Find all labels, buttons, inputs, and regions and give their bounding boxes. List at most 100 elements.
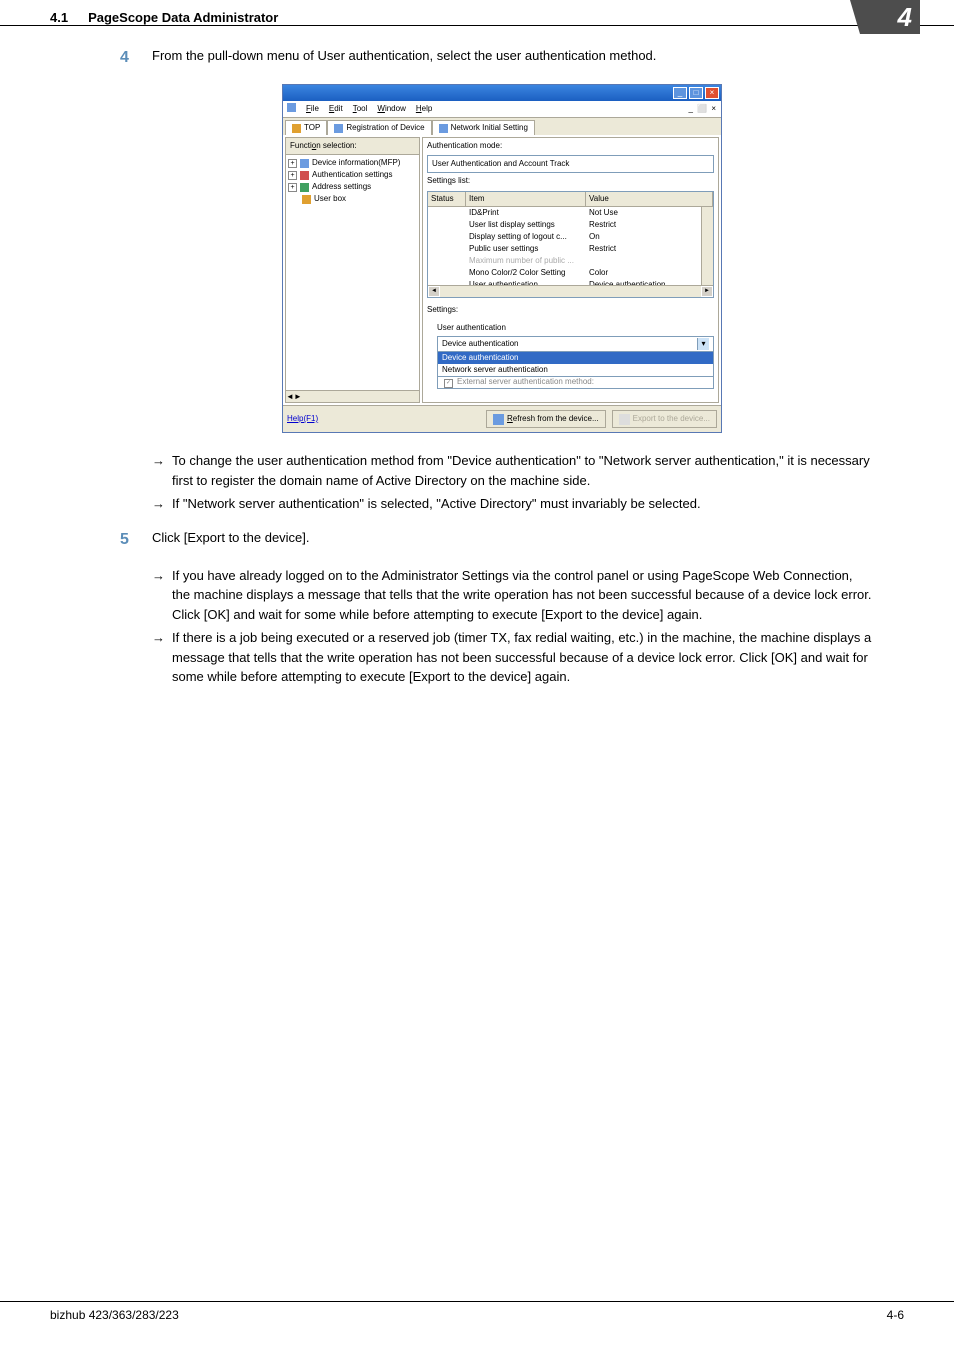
tab-registration[interactable]: Registration of Device [327, 120, 431, 135]
dropdown-value: Device authentication [442, 338, 519, 350]
chapter-number: 4 [860, 0, 920, 34]
external-server-row: ✓External server authentication method: [437, 376, 714, 389]
expander-icon[interactable]: + [288, 171, 297, 180]
table-row: Mono Color/2 Color SettingColor [428, 267, 713, 279]
titlebar: _ □ × [283, 85, 721, 101]
tab-network[interactable]: Network Initial Setting [432, 120, 535, 135]
bottom-bar: Help(F1) Refresh from the device... Expo… [283, 405, 721, 432]
maximize-button[interactable]: □ [689, 87, 703, 99]
left-scrollbar[interactable]: ◄ ► [286, 390, 419, 402]
menubar: File Edit Tool Window Help _ ⬜ × [283, 101, 721, 118]
screenshot-figure: _ □ × File Edit Tool Window Help _ ⬜ × T… [130, 84, 874, 433]
list-body[interactable]: ID&PrintNot Use User list display settin… [428, 207, 713, 285]
dropdown-option: Network server authentication [438, 364, 713, 376]
vertical-scrollbar[interactable] [701, 207, 713, 285]
menu-help[interactable]: Help [416, 103, 432, 115]
auth-mode-value: User Authentication and Account Track [427, 155, 714, 173]
app-window: _ □ × File Edit Tool Window Help _ ⬜ × T… [282, 84, 722, 433]
refresh-button[interactable]: Refresh from the device... [486, 410, 606, 428]
device-icon [300, 159, 309, 168]
bullet-text: If you have already logged on to the Adm… [172, 566, 874, 625]
mdi-controls[interactable]: _ ⬜ × [688, 103, 717, 115]
left-pane-header: Function selection: [286, 138, 419, 155]
menu-edit[interactable]: Edit [329, 103, 343, 115]
table-row: Maximum number of public ... [428, 255, 713, 267]
auth-icon [300, 171, 309, 180]
userauth-label: User authentication [427, 322, 714, 334]
checkbox-icon: ✓ [444, 379, 453, 388]
chevron-down-icon[interactable]: ▾ [697, 338, 709, 350]
scroll-left-icon[interactable]: ◄ [286, 391, 294, 402]
bullet-text: If "Network server authentication" is se… [172, 494, 874, 514]
step5-sublist: →If you have already logged on to the Ad… [130, 566, 874, 687]
col-value: Value [586, 192, 713, 206]
settings-list: Status Item Value ID&PrintNot Use User l… [427, 191, 714, 298]
settingslist-label: Settings list: [423, 173, 718, 189]
minimize-button[interactable]: _ [673, 87, 687, 99]
auth-mode-label: Authentication mode: [423, 138, 718, 154]
horizontal-scrollbar[interactable]: ◄ ► [428, 285, 713, 297]
col-item: Item [466, 192, 586, 206]
close-button[interactable]: × [705, 87, 719, 99]
list-header: Status Item Value [428, 192, 713, 207]
arrow-icon: → [152, 451, 172, 490]
step-number: 4 [120, 46, 152, 70]
settings-label: Settings: [427, 304, 714, 316]
network-icon [439, 124, 448, 133]
expander-icon[interactable]: + [288, 183, 297, 192]
export-button[interactable]: Export to the device... [612, 410, 717, 428]
section-number: 4.1 [50, 10, 68, 25]
page-footer: bizhub 423/363/283/223 4-6 [0, 1301, 954, 1322]
help-link[interactable]: Help(F1) [287, 413, 318, 425]
tab-row: TOP Registration of Device Network Initi… [283, 118, 721, 135]
arrow-icon: → [152, 628, 172, 687]
export-icon [619, 414, 630, 425]
content-area: Function selection: +Device information(… [283, 135, 721, 405]
table-row: User authenticationDevice authentication [428, 279, 713, 285]
table-row: Public user settingsRestrict [428, 243, 713, 255]
menu-tool[interactable]: Tool [353, 103, 368, 115]
arrow-icon: → [152, 494, 172, 514]
tree-item-device: +Device information(MFP) [288, 157, 417, 169]
table-row: User list display settingsRestrict [428, 219, 713, 231]
right-pane: Authentication mode: User Authentication… [422, 137, 719, 403]
address-icon [300, 183, 309, 192]
section-title: PageScope Data Administrator [88, 10, 278, 25]
userauth-dropdown[interactable]: Device authentication ▾ Device authentic… [437, 336, 714, 377]
scroll-right-icon[interactable]: ► [701, 286, 713, 297]
step-4: 4 From the pull-down menu of User authen… [130, 46, 874, 70]
step4-sublist: →To change the user authentication metho… [130, 451, 874, 514]
page-header: 4.1 PageScope Data Administrator 4 [0, 0, 954, 26]
tree-item-auth: +Authentication settings [288, 169, 417, 181]
col-status: Status [428, 192, 466, 206]
userbox-icon [302, 195, 311, 204]
device-icon [334, 124, 343, 133]
table-row: Display setting of logout c...On [428, 231, 713, 243]
icon-app [287, 103, 296, 112]
scroll-right-icon[interactable]: ► [294, 391, 302, 402]
expander-icon[interactable]: + [288, 159, 297, 168]
home-icon [292, 124, 301, 133]
body-content: 4 From the pull-down menu of User authen… [0, 26, 954, 687]
arrow-icon: → [152, 566, 172, 625]
table-row: ID&PrintNot Use [428, 207, 713, 219]
step-5: 5 Click [Export to the device]. [130, 528, 874, 552]
tab-top[interactable]: TOP [285, 120, 327, 135]
bullet-text: If there is a job being executed or a re… [172, 628, 874, 687]
step-text: Click [Export to the device]. [152, 528, 874, 552]
step-text: From the pull-down menu of User authenti… [152, 46, 874, 70]
left-pane: Function selection: +Device information(… [285, 137, 420, 403]
refresh-icon [493, 414, 504, 425]
menu-file[interactable]: File [306, 103, 319, 115]
dropdown-option-selected: Device authentication [438, 352, 713, 364]
tree-item-address: +Address settings [288, 181, 417, 193]
footer-right: 4-6 [887, 1308, 904, 1322]
dropdown-list[interactable]: Device authentication Network server aut… [438, 351, 713, 376]
tree-view[interactable]: +Device information(MFP) +Authentication… [286, 155, 419, 390]
settings-panel: Settings: User authentication Device aut… [427, 304, 714, 389]
footer-left: bizhub 423/363/283/223 [50, 1308, 179, 1322]
menu-window[interactable]: Window [377, 103, 405, 115]
bullet-text: To change the user authentication method… [172, 451, 874, 490]
scroll-left-icon[interactable]: ◄ [428, 286, 440, 297]
tree-item-userbox: User box [288, 193, 417, 205]
